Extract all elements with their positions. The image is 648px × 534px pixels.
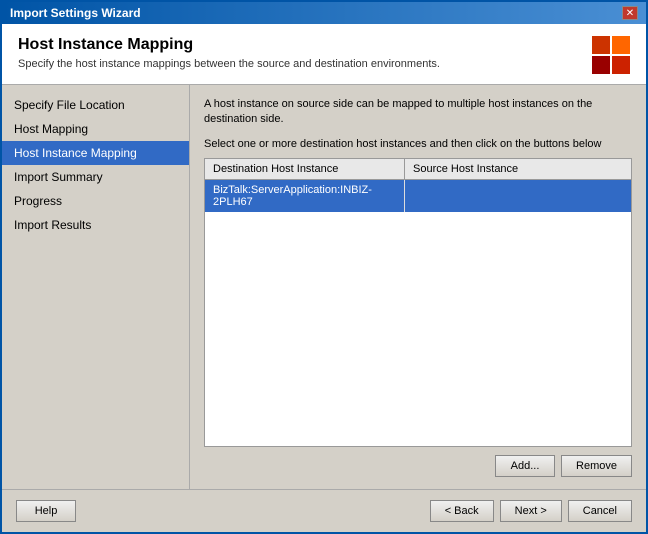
table-row[interactable]: BizTalk:ServerApplication:INBIZ-2PLH67 (205, 180, 631, 212)
table-header-source: Source Host Instance (405, 159, 631, 179)
logo-square-4 (612, 56, 630, 74)
help-button[interactable]: Help (16, 500, 76, 522)
content-area: Specify File Location Host Mapping Host … (2, 85, 646, 489)
title-bar: Import Settings Wizard ✕ (2, 2, 646, 24)
back-button[interactable]: < Back (430, 500, 494, 522)
table-body: BizTalk:ServerApplication:INBIZ-2PLH67 (205, 180, 631, 446)
header-text: Host Instance Mapping Specify the host i… (18, 36, 440, 70)
main-description-1: A host instance on source side can be ma… (204, 97, 632, 128)
footer: Help < Back Next > Cancel (2, 489, 646, 532)
logo (592, 36, 630, 74)
header-area: Host Instance Mapping Specify the host i… (2, 24, 646, 85)
window: Import Settings Wizard ✕ Host Instance M… (0, 0, 648, 534)
sidebar-item-specify-file-location[interactable]: Specify File Location (2, 93, 189, 117)
sidebar: Specify File Location Host Mapping Host … (2, 85, 190, 489)
table-cell-destination: BizTalk:ServerApplication:INBIZ-2PLH67 (205, 180, 405, 212)
page-title: Host Instance Mapping (18, 36, 440, 54)
logo-square-2 (612, 36, 630, 54)
table-cell-source (405, 180, 631, 212)
next-button[interactable]: Next > (500, 500, 562, 522)
sidebar-item-progress[interactable]: Progress (2, 189, 189, 213)
sidebar-item-host-instance-mapping[interactable]: Host Instance Mapping (2, 141, 189, 165)
host-instance-table: Destination Host Instance Source Host In… (204, 158, 632, 447)
sidebar-item-import-summary[interactable]: Import Summary (2, 165, 189, 189)
add-button[interactable]: Add... (495, 455, 555, 477)
logo-square-1 (592, 36, 610, 54)
cancel-button[interactable]: Cancel (568, 500, 632, 522)
logo-square-3 (592, 56, 610, 74)
table-buttons: Add... Remove (204, 455, 632, 477)
main-description-2: Select one or more destination host inst… (204, 138, 632, 150)
page-description: Specify the host instance mappings betwe… (18, 58, 440, 70)
footer-right: < Back Next > Cancel (430, 500, 632, 522)
sidebar-item-host-mapping[interactable]: Host Mapping (2, 117, 189, 141)
table-header: Destination Host Instance Source Host In… (205, 159, 631, 180)
main-panel: A host instance on source side can be ma… (190, 85, 646, 489)
remove-button[interactable]: Remove (561, 455, 632, 477)
close-button[interactable]: ✕ (622, 6, 638, 20)
sidebar-item-import-results[interactable]: Import Results (2, 213, 189, 237)
table-header-destination: Destination Host Instance (205, 159, 405, 179)
window-title: Import Settings Wizard (10, 6, 141, 20)
